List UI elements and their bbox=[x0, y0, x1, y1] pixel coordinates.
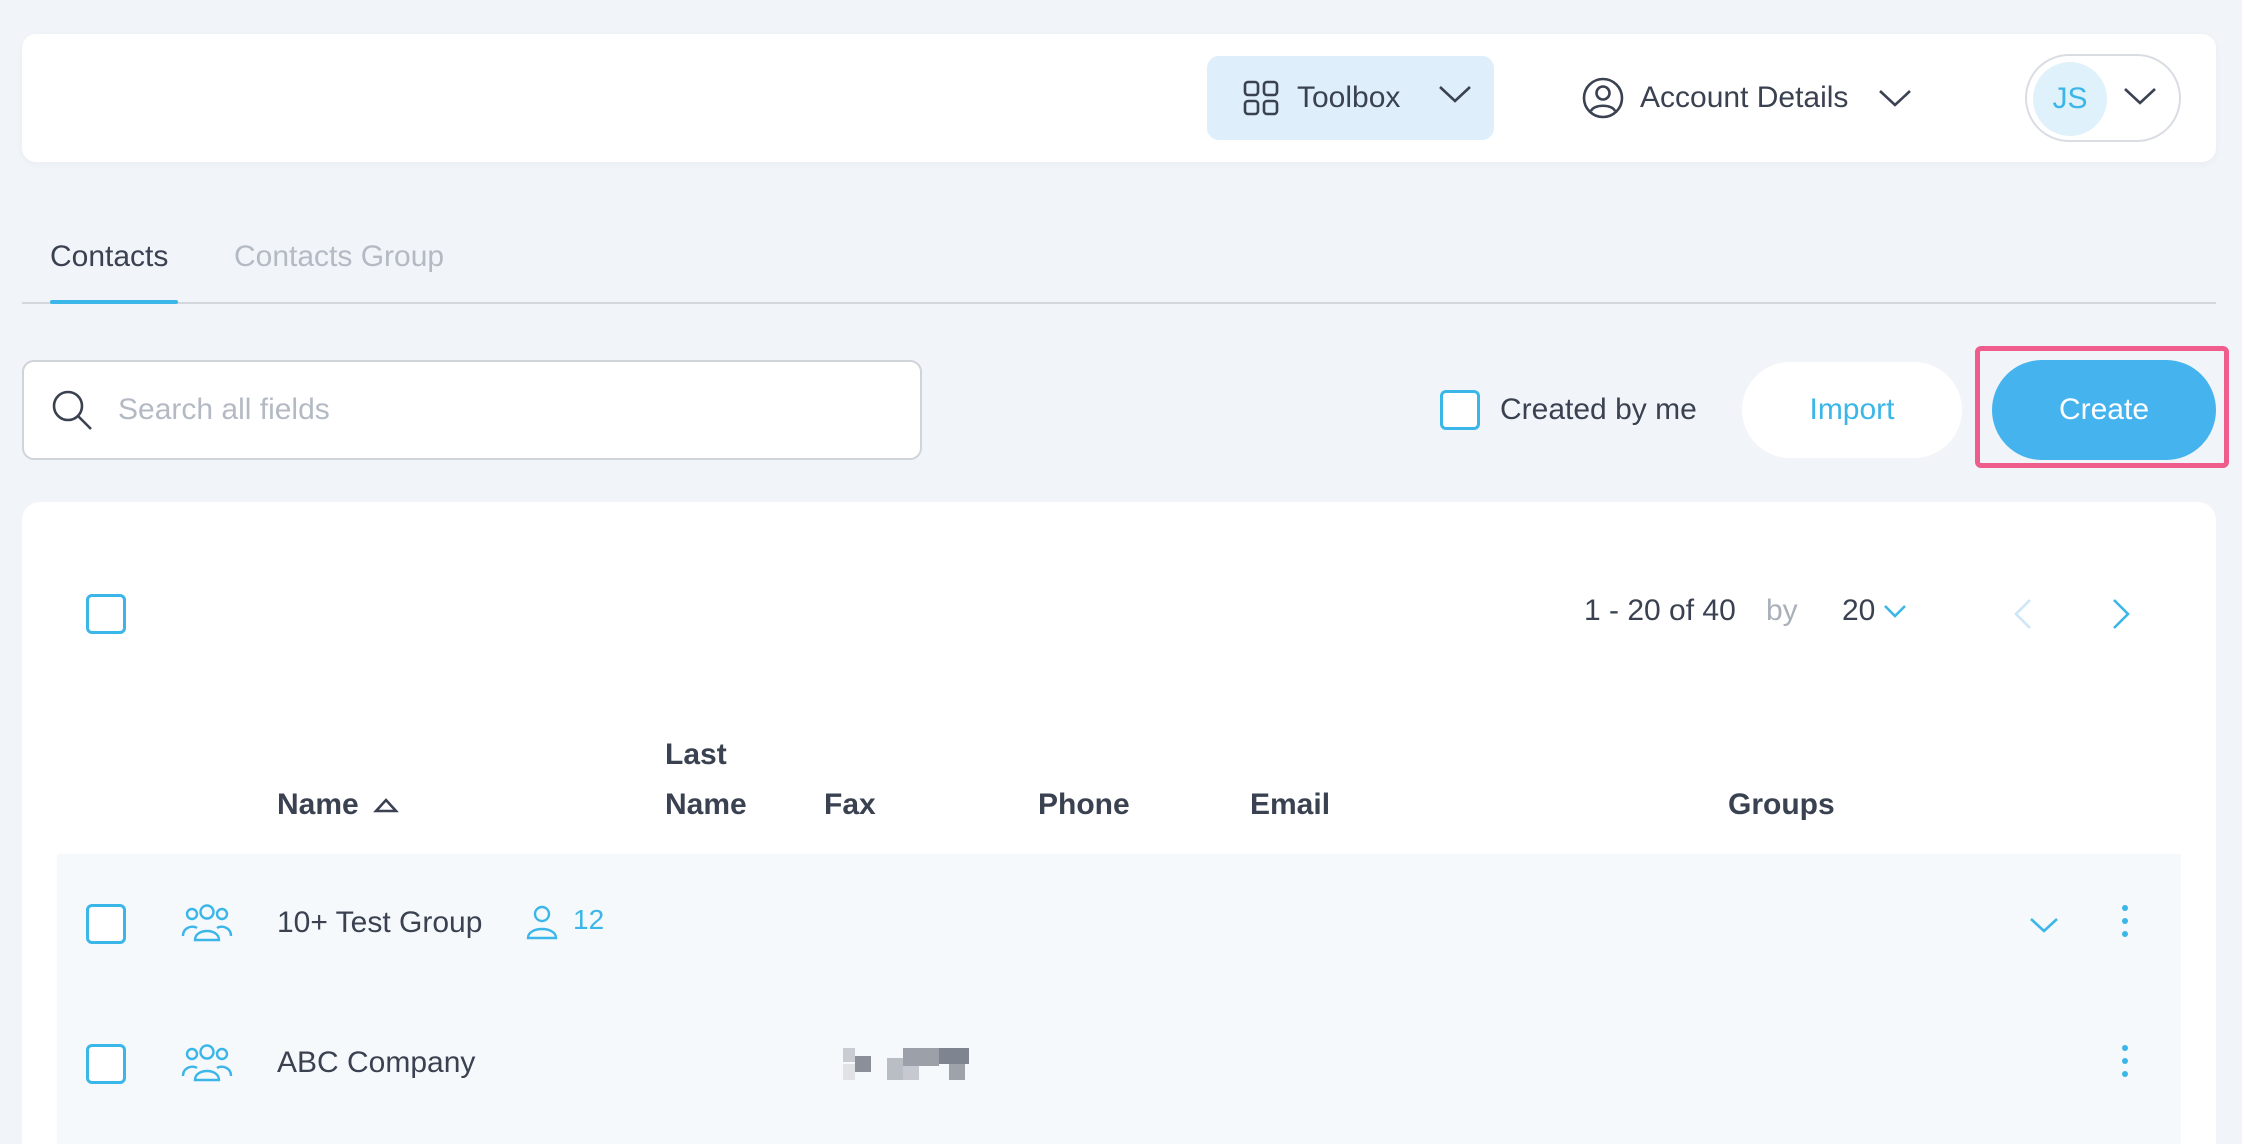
grid-icon bbox=[1243, 80, 1279, 116]
page-size-select[interactable]: 20 bbox=[1842, 594, 1907, 628]
column-header-last-name-line2[interactable]: Name bbox=[665, 788, 747, 822]
column-header-phone[interactable]: Phone bbox=[1038, 788, 1130, 822]
redacted-fax-value bbox=[843, 1048, 969, 1080]
toolbox-button[interactable]: Toolbox bbox=[1207, 56, 1494, 140]
sort-ascending-icon bbox=[372, 798, 399, 813]
contact-name[interactable]: ABC Company bbox=[277, 1046, 475, 1080]
pagination-range: 1 - 20 of 40 bbox=[1584, 594, 1736, 627]
more-options-icon[interactable] bbox=[2121, 1044, 2129, 1078]
table-row[interactable]: ABC Company bbox=[57, 994, 2181, 1134]
column-name-label: Name bbox=[277, 788, 359, 821]
column-header-email[interactable]: Email bbox=[1250, 788, 1330, 822]
chevron-down-icon bbox=[1439, 86, 1471, 103]
column-header-fax[interactable]: Fax bbox=[824, 788, 876, 822]
column-header-last-name-line1[interactable]: Last bbox=[665, 738, 727, 772]
contacts-table-card: 1 - 20 of 40 by 20 Name Last Name Fax Ph… bbox=[22, 502, 2216, 1144]
chevron-down-icon bbox=[2124, 88, 2156, 105]
group-icon bbox=[181, 1044, 233, 1082]
table-row[interactable]: 10+ Test Group 12 bbox=[57, 854, 2181, 994]
search-input[interactable] bbox=[118, 393, 878, 427]
user-circle-icon bbox=[1582, 77, 1624, 119]
created-by-me-filter[interactable]: Created by me bbox=[1440, 388, 1697, 432]
page-size-value: 20 bbox=[1842, 594, 1876, 627]
created-by-me-checkbox[interactable] bbox=[1440, 390, 1480, 430]
column-header-groups[interactable]: Groups bbox=[1728, 788, 1835, 822]
chevron-down-icon bbox=[1884, 605, 1907, 618]
row-checkbox[interactable] bbox=[86, 904, 126, 944]
person-icon bbox=[526, 905, 558, 940]
next-page-icon[interactable] bbox=[2112, 598, 2130, 630]
created-by-me-label: Created by me bbox=[1500, 393, 1697, 426]
tab-bar: Contacts Contacts Group bbox=[22, 230, 2216, 304]
import-button[interactable]: Import bbox=[1742, 362, 1962, 458]
account-details-label: Account Details bbox=[1640, 81, 1849, 114]
more-options-icon[interactable] bbox=[2121, 904, 2129, 938]
contact-name[interactable]: 10+ Test Group bbox=[277, 906, 482, 940]
user-menu-button[interactable]: JS bbox=[2025, 54, 2181, 142]
column-header-name[interactable]: Name bbox=[277, 788, 399, 822]
chevron-down-icon bbox=[1879, 90, 1912, 107]
group-icon bbox=[181, 904, 233, 942]
select-all-checkbox[interactable] bbox=[86, 594, 126, 634]
toolbox-label: Toolbox bbox=[1297, 81, 1401, 114]
search-icon bbox=[52, 390, 92, 430]
tab-contacts-group[interactable]: Contacts Group bbox=[234, 240, 444, 274]
tab-contacts[interactable]: Contacts bbox=[50, 240, 168, 274]
create-button[interactable]: Create bbox=[1992, 360, 2216, 460]
chevron-down-icon[interactable] bbox=[2029, 916, 2059, 934]
top-header: Toolbox Account Details JS bbox=[22, 34, 2216, 162]
search-box[interactable] bbox=[22, 360, 922, 460]
pagination-by-label: by bbox=[1766, 594, 1798, 627]
avatar: JS bbox=[2033, 62, 2107, 136]
member-count: 12 bbox=[573, 904, 605, 935]
previous-page-icon[interactable] bbox=[2014, 598, 2032, 630]
row-checkbox[interactable] bbox=[86, 1044, 126, 1084]
account-details-button[interactable]: Account Details bbox=[1582, 56, 1962, 140]
active-tab-indicator bbox=[50, 300, 178, 304]
table-body: 10+ Test Group 12 ABC Company bbox=[57, 854, 2181, 1144]
